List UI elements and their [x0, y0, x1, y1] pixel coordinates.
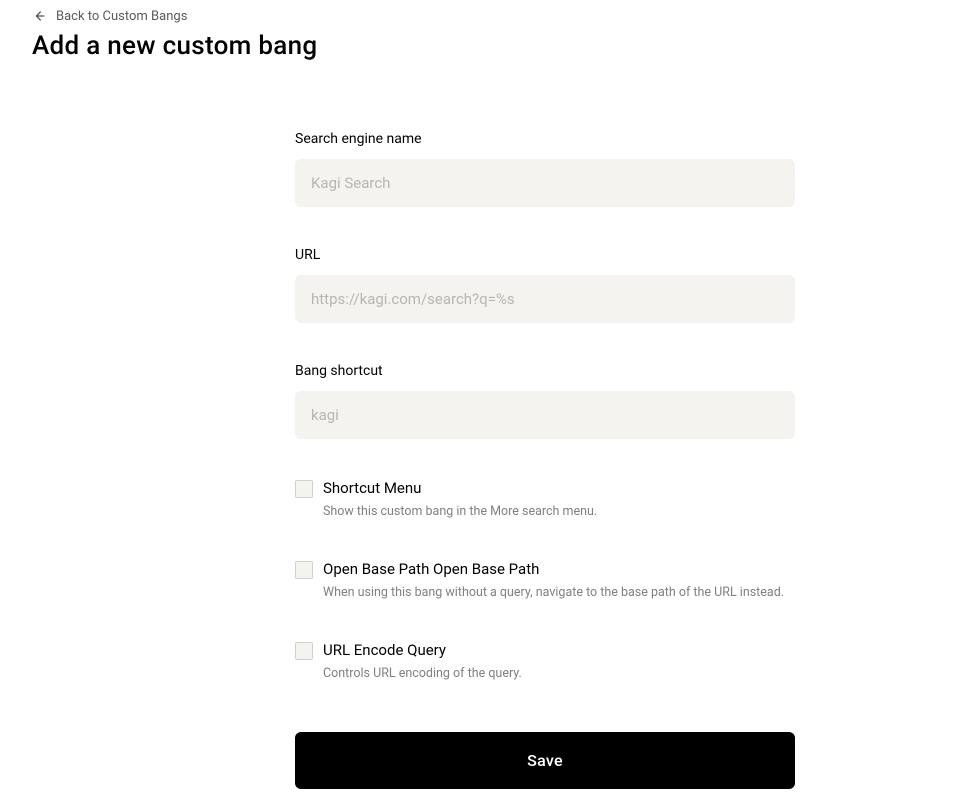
open-base-path-label: Open Base Path Open Base Path — [323, 560, 795, 580]
search-engine-input[interactable] — [295, 159, 795, 207]
search-engine-label: Search engine name — [295, 131, 795, 147]
page-title: Add a new custom bang — [32, 31, 926, 61]
custom-bang-form: Search engine name URL Bang shortcut Sho… — [295, 131, 795, 789]
open-base-path-description: When using this bang without a query, na… — [323, 584, 795, 602]
url-encode-label: URL Encode Query — [323, 641, 795, 661]
shortcut-menu-description: Show this custom bang in the More search… — [323, 503, 795, 521]
back-link-label: Back to Custom Bangs — [56, 9, 187, 24]
bang-shortcut-label: Bang shortcut — [295, 363, 795, 379]
back-link[interactable]: Back to Custom Bangs — [32, 9, 187, 24]
shortcut-menu-checkbox[interactable] — [295, 480, 313, 498]
url-encode-description: Controls URL encoding of the query. — [323, 665, 795, 683]
bang-shortcut-input[interactable] — [295, 391, 795, 439]
url-label: URL — [295, 247, 795, 263]
arrow-left-icon — [32, 9, 46, 23]
open-base-path-checkbox[interactable] — [295, 561, 313, 579]
url-encode-checkbox[interactable] — [295, 642, 313, 660]
shortcut-menu-label: Shortcut Menu — [323, 479, 795, 499]
save-button[interactable]: Save — [295, 732, 795, 789]
url-input[interactable] — [295, 275, 795, 323]
